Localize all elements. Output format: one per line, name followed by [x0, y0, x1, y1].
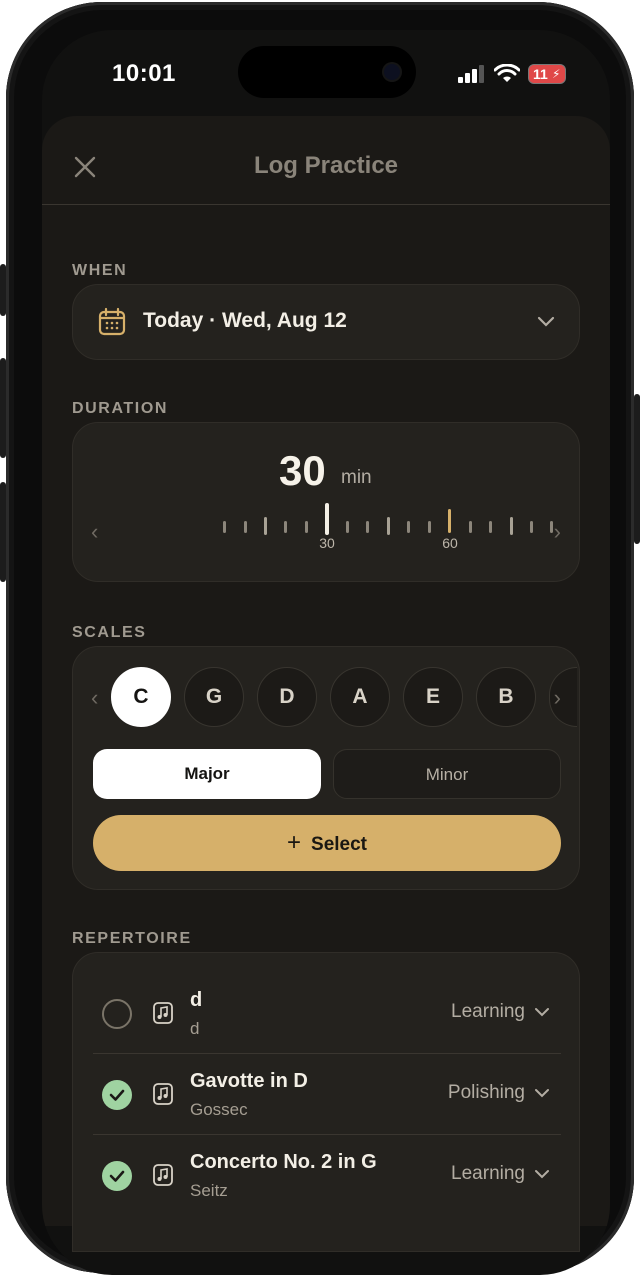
ruler-label-30: 30 [319, 535, 335, 551]
key-e[interactable]: E [403, 667, 463, 727]
ruler-tick [223, 521, 226, 533]
calendar-icon [98, 307, 126, 336]
piece-title: d [190, 989, 203, 1011]
ruler-tick [244, 521, 247, 533]
chevron-down-icon [535, 1089, 549, 1098]
completed-checkbox[interactable] [102, 1161, 132, 1191]
piece-composer: Seitz [190, 1181, 228, 1200]
repertoire-row[interactable]: d d Learning [93, 973, 561, 1054]
page-title: Log Practice [253, 152, 399, 179]
repertoire-row[interactable]: Concerto No. 2 in G Seitz Learning [93, 1135, 561, 1215]
screen: 10:01 11 ⚡ Log Practice WHEN Today · Wed… [42, 30, 610, 1275]
ruler-tick [469, 521, 472, 533]
ruler-current-tick [325, 503, 329, 535]
checkmark-icon [109, 1089, 125, 1101]
stage-label: Learning [451, 1001, 525, 1022]
ruler-tick [530, 521, 533, 533]
log-practice-sheet: Log Practice WHEN Today · Wed, Aug 12 DU… [42, 116, 610, 1252]
incomplete-checkbox[interactable] [102, 999, 132, 1029]
repertoire-label: REPERTOIRE [72, 930, 192, 947]
dynamic-island [238, 46, 416, 98]
sheet-header: Log Practice [42, 116, 610, 205]
key-d[interactable]: D [257, 667, 317, 727]
select-button-label: Select [311, 834, 367, 855]
date-picker[interactable]: Today · Wed, Aug 12 [72, 284, 580, 360]
camera-icon [384, 64, 400, 80]
select-scales-button[interactable]: + Select [93, 815, 561, 871]
wifi-icon [494, 64, 520, 82]
piece-composer: Gossec [190, 1100, 248, 1119]
plus-icon: + [287, 829, 302, 856]
ruler-tick [489, 521, 492, 533]
chevron-down-icon [537, 316, 555, 327]
volume-down-button [0, 482, 6, 582]
phone-frame: 10:01 11 ⚡ Log Practice WHEN Today · Wed… [0, 2, 640, 1275]
chevron-left-icon[interactable]: ‹ [91, 685, 98, 711]
ruler-tick [550, 521, 553, 533]
chevron-right-icon[interactable]: › [554, 519, 561, 545]
duration-label: DURATION [72, 400, 169, 417]
scales-label: SCALES [72, 624, 147, 641]
key-c[interactable]: C [111, 667, 171, 727]
power-button [634, 394, 640, 544]
chevron-right-icon[interactable]: › [554, 685, 561, 711]
ruler-label-60: 60 [442, 535, 458, 551]
piece-composer: d [190, 1019, 200, 1038]
ruler-tick [346, 521, 349, 533]
date-value: Today · Wed, Aug 12 [143, 309, 347, 332]
mode-minor-toggle[interactable]: Minor [333, 749, 561, 799]
scales-card: ‹ C G D A E B › Major Minor + Select [72, 646, 580, 890]
signal-icon [458, 65, 484, 83]
ruler-tick [284, 521, 287, 533]
stage-dropdown[interactable]: Polishing [448, 1082, 549, 1104]
repertoire-row[interactable]: Gavotte in D Gossec Polishing [93, 1054, 561, 1135]
stage-dropdown[interactable]: Learning [451, 1001, 549, 1023]
ruler-tick [407, 521, 410, 533]
ruler-tick [264, 517, 267, 535]
music-note-icon [153, 1164, 173, 1186]
duration-unit: min [341, 467, 372, 488]
chevron-down-icon [535, 1170, 549, 1179]
ruler-tick [428, 521, 431, 533]
chevron-down-icon [535, 1008, 549, 1017]
volume-up-button [0, 358, 6, 458]
stage-label: Polishing [447, 1082, 525, 1103]
music-note-icon [153, 1083, 173, 1105]
stage-label: Learning [451, 1163, 525, 1184]
ruler-tick [366, 521, 369, 533]
status-time: 10:01 [112, 60, 176, 87]
key-b[interactable]: B [476, 667, 536, 727]
battery-level: 11 [533, 66, 548, 82]
ruler-tick [387, 517, 390, 535]
mode-major-toggle[interactable]: Major [93, 749, 321, 799]
key-a[interactable]: A [330, 667, 390, 727]
chevron-left-icon[interactable]: ‹ [91, 519, 98, 545]
piece-title: Concerto No. 2 in G [190, 1151, 377, 1173]
ruler-tick [510, 517, 513, 535]
stage-dropdown[interactable]: Learning [451, 1163, 549, 1185]
key-g[interactable]: G [184, 667, 244, 727]
duration-value: 30 [279, 447, 326, 494]
piece-title: Gavotte in D [190, 1070, 308, 1092]
ruler-goal-tick [448, 509, 451, 533]
when-label: WHEN [72, 262, 128, 279]
ruler-tick [305, 521, 308, 533]
status-icons: 11 ⚡ [458, 64, 566, 84]
completed-checkbox[interactable] [102, 1080, 132, 1110]
action-button [0, 264, 6, 316]
music-note-icon [153, 1002, 173, 1024]
battery-icon: 11 ⚡ [528, 64, 566, 84]
repertoire-card: d d Learning Gavotte in D Gossec Polishi… [72, 952, 580, 1252]
duration-picker[interactable]: 30 min ‹ › 30 60 [72, 422, 580, 582]
checkmark-icon [109, 1170, 125, 1182]
